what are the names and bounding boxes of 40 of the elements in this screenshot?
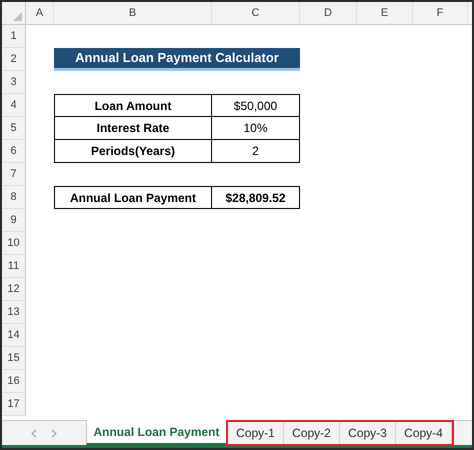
- column-header[interactable]: A: [26, 2, 54, 24]
- sheet-tab[interactable]: Copy-4: [396, 422, 452, 444]
- row-header[interactable]: 3: [2, 71, 26, 94]
- sheet-tab[interactable]: Copy-1: [228, 422, 284, 444]
- row-header[interactable]: 12: [2, 278, 26, 301]
- column-header[interactable]: F: [413, 2, 468, 24]
- column-header[interactable]: E: [357, 2, 413, 24]
- row-header[interactable]: 16: [2, 370, 26, 393]
- label-cell: Interest Rate: [54, 117, 212, 140]
- row-header[interactable]: 9: [2, 209, 26, 232]
- value-cell: 10%: [212, 117, 300, 140]
- row-header[interactable]: 6: [2, 140, 26, 163]
- sheet-tab[interactable]: Annual Loan Payment: [86, 420, 226, 445]
- select-all-icon[interactable]: [13, 12, 22, 21]
- scroll-left-icon[interactable]: [31, 428, 37, 438]
- value-cell: $28,809.52: [212, 186, 300, 209]
- value-cell: 2: [212, 140, 300, 163]
- label-cell: Periods(Years): [54, 140, 212, 163]
- row-header[interactable]: 7: [2, 163, 26, 186]
- row-header[interactable]: 11: [2, 255, 26, 278]
- row-header[interactable]: 17: [2, 393, 26, 416]
- row-header[interactable]: 15: [2, 347, 26, 370]
- sheet-tab[interactable]: Copy-3: [340, 422, 396, 444]
- row-header[interactable]: 10: [2, 232, 26, 255]
- row-header[interactable]: 8: [2, 186, 26, 209]
- title-banner: Annual Loan Payment Calculator: [54, 48, 300, 71]
- row-header[interactable]: 1: [2, 25, 26, 48]
- label-cell: Loan Amount: [54, 94, 212, 117]
- scroll-right-icon[interactable]: [51, 428, 57, 438]
- row-header[interactable]: 2: [2, 48, 26, 71]
- sheet-tab[interactable]: Copy-2: [284, 422, 340, 444]
- column-header[interactable]: B: [54, 2, 212, 24]
- column-header[interactable]: D: [300, 2, 357, 24]
- row-header[interactable]: 13: [2, 301, 26, 324]
- label-cell: Annual Loan Payment: [54, 186, 212, 209]
- column-header[interactable]: C: [212, 2, 300, 24]
- row-header[interactable]: 14: [2, 324, 26, 347]
- row-header[interactable]: 4: [2, 94, 26, 117]
- value-cell: $50,000: [212, 94, 300, 117]
- row-header[interactable]: 5: [2, 117, 26, 140]
